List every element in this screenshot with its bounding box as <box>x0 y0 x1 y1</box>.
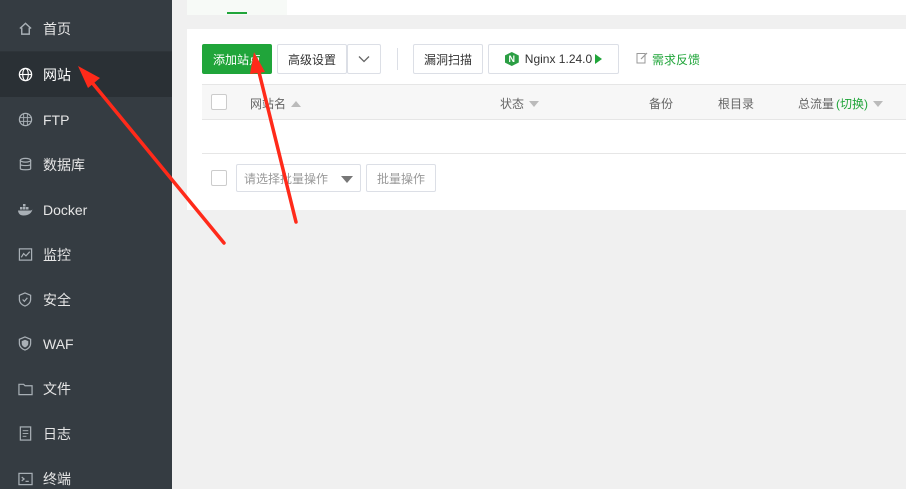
home-icon <box>17 21 33 37</box>
sidebar-item-label: FTP <box>43 111 70 128</box>
table-header: 网站名 状态 备份 根目录 总流量 (切换) <box>202 84 906 120</box>
add-site-button[interactable]: 添加站点 <box>202 44 272 74</box>
column-backup-label: 备份 <box>649 97 674 111</box>
column-status[interactable]: 状态 <box>500 95 540 112</box>
terminal-icon <box>17 471 33 487</box>
play-icon <box>595 54 603 64</box>
tab-active-indicator <box>227 12 247 14</box>
sidebar: 首页 网站 FTP 数据库 Docker 监控 安全 WAF 文件 日志 终端 <box>0 0 172 489</box>
sidebar-item-database[interactable]: 数据库 <box>0 142 172 187</box>
nginx-version-label: Nginx 1.24.0 <box>524 52 593 66</box>
advanced-settings-button[interactable]: 高级设置 <box>277 44 347 74</box>
sort-asc-icon <box>291 100 302 107</box>
vulnerability-scan-button[interactable]: 漏洞扫描 <box>413 44 483 74</box>
column-total-traffic[interactable]: 总流量 (切换) <box>798 95 884 112</box>
toolbar-divider <box>397 48 398 70</box>
sidebar-item-label: 监控 <box>43 246 71 263</box>
sidebar-item-logs[interactable]: 日志 <box>0 411 172 456</box>
sidebar-item-ftp[interactable]: FTP <box>0 97 172 142</box>
feedback-link[interactable]: 需求反馈 <box>636 51 700 68</box>
batch-action-select[interactable]: 请选择批量操作 <box>236 164 361 192</box>
chevron-down-icon <box>358 52 370 66</box>
feedback-label: 需求反馈 <box>652 53 701 67</box>
batch-action-button[interactable]: 批量操作 <box>366 164 436 192</box>
traffic-toggle-link[interactable]: (切换) <box>836 95 868 112</box>
column-root-dir: 根目录 <box>718 95 754 112</box>
nginx-logo-icon: N <box>504 52 519 66</box>
sidebar-item-label: 首页 <box>43 20 71 37</box>
folder-icon <box>17 381 33 397</box>
sidebar-item-label: 日志 <box>43 425 71 442</box>
sort-desc-icon <box>529 100 540 107</box>
caret-down-icon <box>341 176 353 183</box>
globe-icon <box>17 67 33 83</box>
site-list-panel: 添加站点 高级设置 漏洞扫描 N Nginx 1.24.0 需求反馈 网站名 状… <box>187 29 906 210</box>
batch-action-placeholder: 请选择批量操作 <box>244 171 329 186</box>
column-root-dir-label: 根目录 <box>718 97 755 111</box>
monitor-icon <box>17 247 33 263</box>
column-traffic-label: 总流量 <box>798 97 835 111</box>
sidebar-item-label: 安全 <box>43 291 71 308</box>
sidebar-item-label: Docker <box>43 201 88 218</box>
column-backup: 备份 <box>649 95 673 112</box>
top-tab-bar <box>187 0 906 15</box>
sidebar-item-label: 终端 <box>43 470 71 487</box>
sort-desc-icon <box>873 100 884 107</box>
sidebar-item-terminal[interactable]: 终端 <box>0 456 172 489</box>
waf-shield-icon <box>17 336 33 352</box>
ftp-globe-icon <box>17 112 33 128</box>
log-icon <box>17 426 33 442</box>
docker-icon <box>17 202 33 218</box>
sidebar-item-waf[interactable]: WAF <box>0 321 172 366</box>
sidebar-item-label: 文件 <box>43 380 71 397</box>
more-dropdown-button[interactable] <box>347 44 381 74</box>
sidebar-item-label: WAF <box>43 335 74 352</box>
database-icon <box>17 157 33 173</box>
sidebar-item-website[interactable]: 网站 <box>0 52 172 97</box>
edit-note-icon <box>636 52 648 67</box>
select-all-checkbox[interactable] <box>211 94 227 110</box>
sidebar-item-files[interactable]: 文件 <box>0 366 172 411</box>
column-status-label: 状态 <box>500 97 525 111</box>
sidebar-item-home[interactable]: 首页 <box>0 6 172 51</box>
column-site-name-label: 网站名 <box>250 97 287 111</box>
nginx-version-button[interactable]: N Nginx 1.24.0 <box>488 44 619 74</box>
sidebar-item-docker[interactable]: Docker <box>0 187 172 232</box>
sidebar-item-label: 数据库 <box>43 156 85 173</box>
batch-select-checkbox[interactable] <box>211 170 227 186</box>
column-site-name[interactable]: 网站名 <box>250 95 302 112</box>
shield-icon <box>17 292 33 308</box>
sidebar-item-label: 网站 <box>43 66 71 83</box>
table-body-empty <box>202 120 906 154</box>
sidebar-item-security[interactable]: 安全 <box>0 277 172 322</box>
sidebar-item-monitor[interactable]: 监控 <box>0 232 172 277</box>
